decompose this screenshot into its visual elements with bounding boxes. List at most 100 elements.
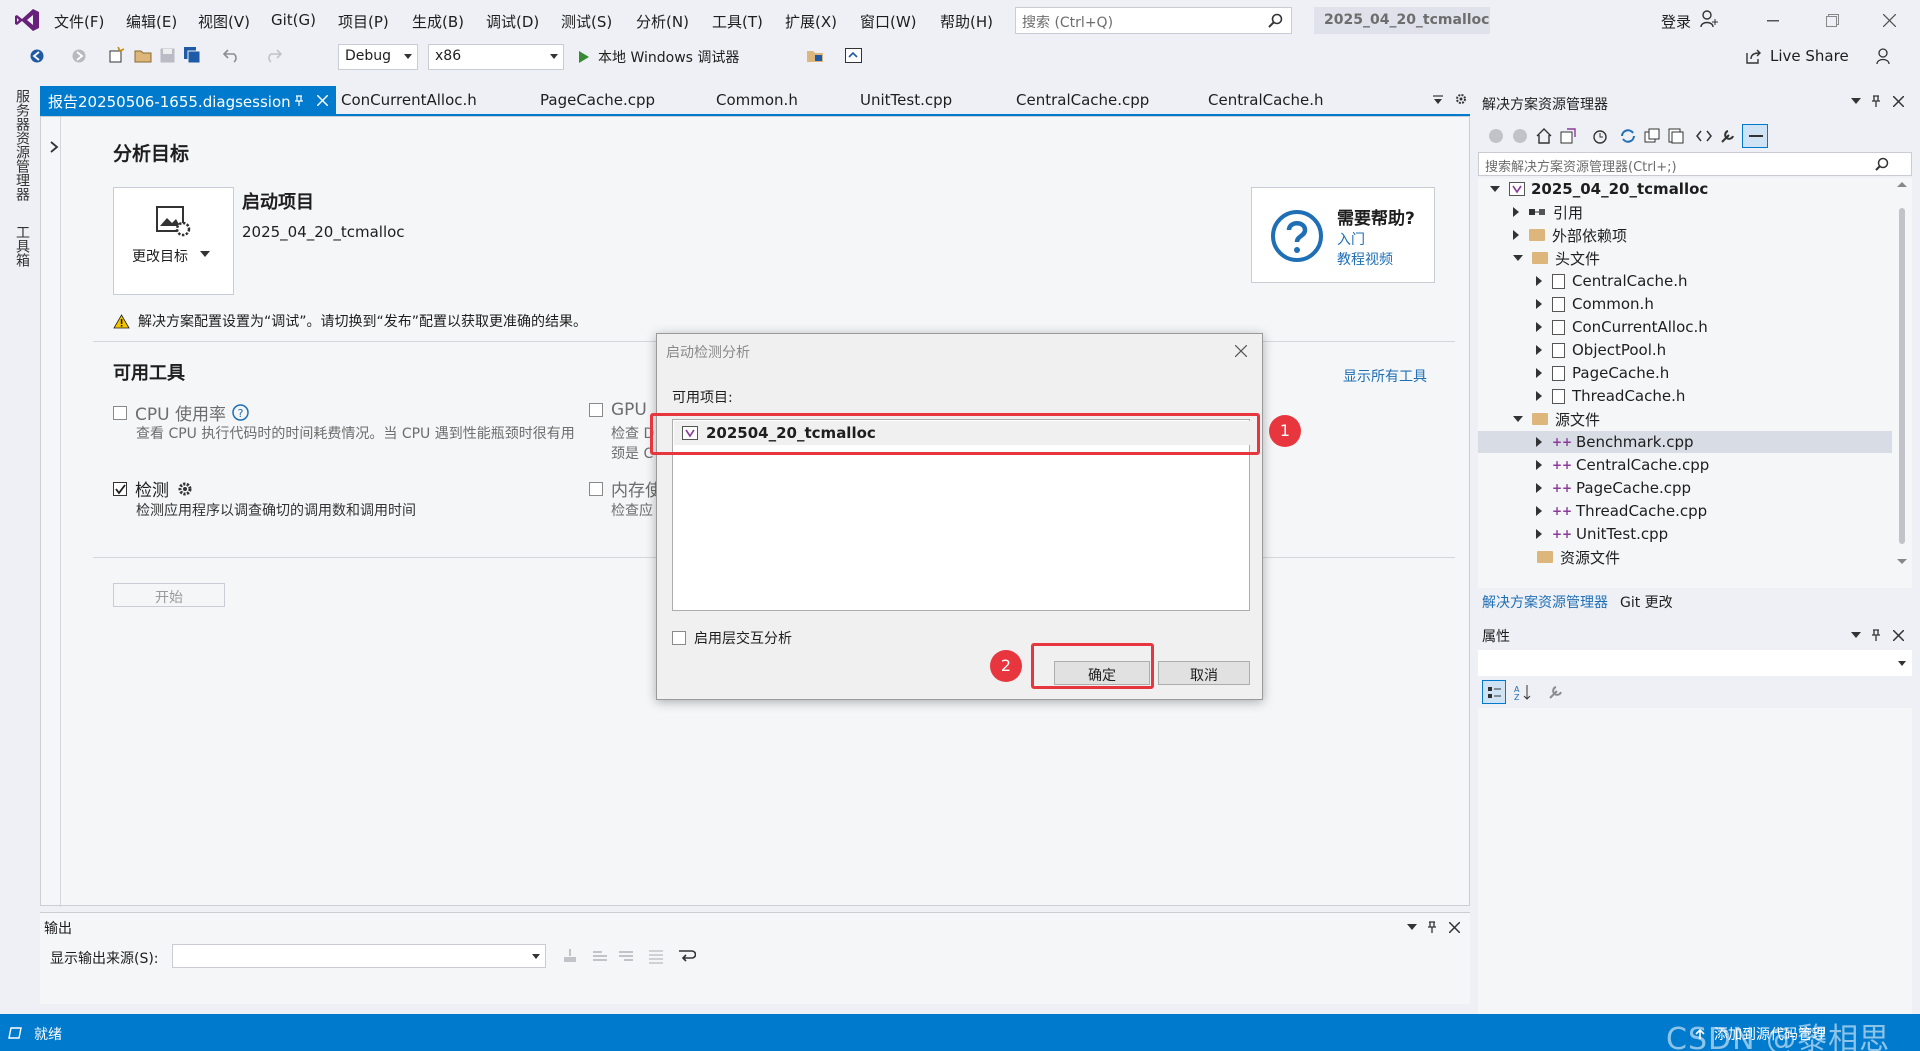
feedback-icon[interactable] — [1876, 47, 1894, 65]
menu-window[interactable]: 窗口(W) — [860, 11, 917, 32]
forward-icon[interactable] — [72, 49, 86, 63]
home-icon[interactable] — [1536, 128, 1552, 144]
menu-extensions[interactable]: 扩展(X) — [785, 11, 837, 32]
show-all-tools-link[interactable]: 显示所有工具 — [1343, 366, 1427, 386]
platform-dropdown[interactable]: x86 — [428, 44, 564, 70]
scroll-up-icon[interactable] — [1896, 180, 1908, 188]
back-icon[interactable] — [30, 49, 44, 63]
close-panel-icon[interactable] — [1893, 96, 1904, 107]
categorized-button[interactable] — [1482, 680, 1506, 704]
tutorial-videos-link[interactable]: 教程视频 — [1337, 249, 1393, 269]
menu-debug[interactable]: 调试(D) — [486, 11, 539, 32]
gear-icon[interactable] — [177, 481, 193, 497]
properties-object-selector[interactable] — [1478, 650, 1912, 676]
tree-references[interactable]: 引用 — [1513, 201, 1583, 223]
start-button[interactable]: 开始 — [113, 583, 225, 607]
tree-file-common-h[interactable]: Common.h — [1536, 293, 1654, 315]
back-icon[interactable] — [1488, 128, 1504, 144]
menu-tools[interactable]: 工具(T) — [712, 11, 763, 32]
tier-interaction-checkbox[interactable] — [672, 631, 686, 645]
tree-file-threadcache-cpp[interactable]: ++ ThreadCache.cpp — [1536, 500, 1707, 522]
preview-selected-button[interactable] — [1742, 124, 1768, 148]
clear-all-icon[interactable] — [648, 948, 664, 964]
chevron-right-icon[interactable] — [49, 141, 59, 153]
tab-centralcache-h[interactable]: CentralCache.h — [1200, 86, 1332, 114]
pin-icon[interactable] — [1427, 921, 1437, 933]
tab-diagsession[interactable]: 报告20250506-1655.diagsession — [40, 86, 336, 114]
menu-edit[interactable]: 编辑(E) — [126, 11, 177, 32]
tree-external-deps[interactable]: 外部依赖项 — [1513, 224, 1627, 246]
account-icon[interactable] — [1700, 10, 1718, 28]
tree-scrollbar[interactable] — [1896, 180, 1908, 570]
menu-analyze[interactable]: 分析(N) — [636, 11, 689, 32]
property-pages-wrench-icon[interactable] — [1548, 684, 1564, 700]
pin-icon[interactable] — [1871, 629, 1881, 641]
close-tab-icon[interactable] — [317, 95, 328, 106]
save-icon[interactable] — [160, 48, 175, 63]
tab-unittest-cpp[interactable]: UnitTest.cpp — [852, 86, 960, 114]
live-share-button[interactable]: Live Share — [1746, 47, 1849, 65]
output-source-dropdown[interactable] — [172, 944, 546, 968]
tree-source-files[interactable]: 源文件 — [1513, 408, 1600, 430]
browser-link-icon[interactable] — [845, 48, 862, 63]
memory-usage-checkbox[interactable] — [589, 481, 603, 496]
forward-icon[interactable] — [1512, 128, 1528, 144]
tree-file-pagecache-h[interactable]: PageCache.h — [1536, 362, 1669, 384]
find-message-icon[interactable] — [562, 948, 578, 964]
tab-solution-explorer[interactable]: 解决方案资源管理器 — [1482, 592, 1608, 612]
next-message-icon[interactable] — [618, 948, 634, 964]
save-all-icon[interactable] — [184, 47, 201, 64]
tree-file-centralcache-cpp[interactable]: ++ CentralCache.cpp — [1536, 454, 1709, 476]
menu-git[interactable]: Git(G) — [271, 11, 316, 29]
pin-icon[interactable] — [1871, 95, 1881, 107]
show-all-files-icon[interactable] — [1668, 128, 1684, 144]
undo-icon[interactable] — [223, 48, 240, 63]
alphabetical-sort-icon[interactable]: AZ — [1514, 684, 1532, 700]
settings-gear-icon[interactable] — [1454, 92, 1468, 106]
open-folder-icon[interactable] — [134, 48, 152, 63]
menu-help[interactable]: 帮助(H) — [940, 11, 993, 32]
tab-common-h[interactable]: Common.h — [708, 86, 806, 114]
tab-concurrentalloc-h[interactable]: ConCurrentAlloc.h — [333, 86, 485, 114]
gpu-usage-checkbox[interactable] — [589, 403, 603, 417]
server-explorer-tab[interactable]: 服务器资源管理器 — [12, 89, 32, 201]
menu-view[interactable]: 视图(V) — [198, 11, 250, 32]
help-circle-icon[interactable]: ? — [232, 404, 249, 421]
start-debugger-button[interactable]: 本地 Windows 调试器 — [578, 47, 739, 67]
switch-views-icon[interactable] — [1560, 128, 1576, 144]
cancel-button[interactable]: 取消 — [1158, 661, 1250, 685]
menu-build[interactable]: 生成(B) — [412, 11, 464, 32]
close-dialog-icon[interactable] — [1235, 345, 1247, 357]
login-link[interactable]: 登录 — [1661, 11, 1691, 32]
close-panel-icon[interactable] — [1893, 630, 1904, 641]
getting-started-link[interactable]: 入门 — [1337, 229, 1365, 249]
new-project-icon[interactable] — [108, 47, 124, 63]
tab-pagecache-cpp[interactable]: PageCache.cpp — [532, 86, 663, 114]
tree-header-files[interactable]: 头文件 — [1513, 247, 1600, 269]
instrumentation-checkbox[interactable] — [113, 481, 127, 496]
previous-message-icon[interactable] — [592, 948, 608, 964]
menu-test[interactable]: 测试(S) — [561, 11, 612, 32]
configuration-dropdown[interactable]: Debug — [338, 44, 418, 70]
tree-file-unittest-cpp[interactable]: ++ UnitTest.cpp — [1536, 523, 1668, 545]
window-options-icon[interactable] — [1407, 924, 1417, 930]
restore-icon[interactable] — [1826, 14, 1839, 27]
word-wrap-icon[interactable] — [678, 948, 696, 964]
pending-changes-icon[interactable] — [1592, 128, 1608, 144]
tree-solution-root[interactable]: 2025_04_20_tcmalloc — [1490, 178, 1708, 200]
window-options-icon[interactable] — [1851, 98, 1861, 104]
tree-file-pagecache-cpp[interactable]: ++ PageCache.cpp — [1536, 477, 1691, 499]
scroll-down-icon[interactable] — [1896, 558, 1908, 566]
properties-wrench-icon[interactable] — [1720, 128, 1736, 144]
cpu-usage-checkbox[interactable] — [113, 405, 127, 420]
redo-icon[interactable] — [265, 48, 282, 63]
menu-file[interactable]: 文件(F) — [54, 11, 104, 32]
change-target-button[interactable]: 更改目标 — [113, 187, 234, 295]
solution-search-input[interactable]: 搜索解决方案资源管理器(Ctrl+;) — [1478, 152, 1912, 176]
search-box[interactable]: 搜索 (Ctrl+Q) — [1015, 7, 1292, 34]
visual-studio-logo-icon[interactable] — [14, 8, 40, 32]
tree-resource-files[interactable]: 资源文件 — [1537, 546, 1620, 568]
tree-file-concurrentalloc-h[interactable]: ConCurrentAlloc.h — [1536, 316, 1708, 338]
code-view-icon[interactable] — [1696, 128, 1712, 144]
tree-file-threadcache-h[interactable]: ThreadCache.h — [1536, 385, 1685, 407]
